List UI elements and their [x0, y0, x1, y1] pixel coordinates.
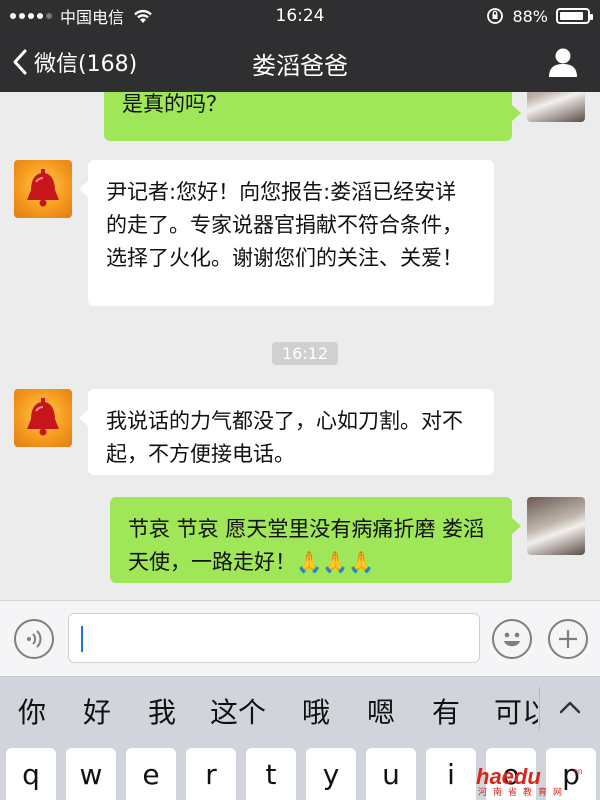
key[interactable]: u — [366, 748, 416, 800]
key[interactable]: w — [66, 748, 116, 800]
message-list[interactable]: 是真的吗？ 尹记者:您好！向您报告:娄滔已经安详的走了。专家说器官捐献不符合条件… — [0, 92, 600, 600]
chat-header: 微信(168) 娄滔爸爸 — [0, 32, 600, 92]
candidate-item[interactable]: 你 — [18, 691, 46, 731]
contact-avatar[interactable] — [14, 389, 72, 447]
status-bar: 中国电信 88% 16:24 — [0, 0, 600, 32]
key[interactable]: y — [306, 748, 356, 800]
candidate-bar: 你 好 我 这个 哦 嗯 有 可以 — [0, 676, 600, 740]
svg-text:haedu: haedu — [476, 764, 541, 789]
compose-bar — [0, 600, 600, 676]
message-bubble-sent[interactable]: 节哀 节哀 愿天堂里没有病痛折磨 娄滔天使，一路走好！🙏🙏🙏 — [110, 497, 521, 583]
chevron-up-icon[interactable] — [556, 693, 584, 721]
self-avatar[interactable] — [527, 92, 585, 122]
message-timestamp: 16:12 — [272, 342, 339, 365]
message-text: 我说话的力气都没了，心如刀割。对不起，不方便接电话。 — [106, 409, 463, 466]
plus-icon — [559, 630, 577, 648]
emoji-button[interactable] — [492, 619, 532, 659]
key[interactable]: t — [246, 748, 296, 800]
wechat-chat-screen: 中国电信 88% 16:24 微信(168) 娄滔爸爸 是真的吗？ 尹记者:您好… — [0, 0, 600, 800]
back-label: 微信(168) — [34, 52, 138, 77]
voice-icon — [27, 630, 42, 648]
key[interactable]: q — [6, 748, 56, 800]
bell-icon — [27, 169, 59, 207]
candidate-item[interactable]: 这个 — [210, 691, 266, 731]
bell-icon — [27, 398, 59, 436]
self-avatar[interactable] — [527, 497, 585, 555]
candidate-item[interactable]: 可以 — [494, 691, 538, 731]
voice-input-button[interactable] — [14, 619, 54, 659]
more-button[interactable] — [548, 619, 588, 659]
message-text: 是真的吗？ — [122, 92, 227, 116]
keyboard-row: q w e r t y u i o p haedu cn 河南省教育网 — [0, 740, 600, 800]
haedu-watermark-logo: haedu cn 河南省教育网 — [476, 764, 582, 798]
message-text: 尹记者:您好！向您报告:娄滔已经安详的走了。专家说器官捐献不符合条件，选择了火化… — [106, 180, 463, 270]
contact-avatar[interactable] — [14, 160, 72, 218]
emoji-icon — [504, 632, 520, 647]
key[interactable]: i — [426, 748, 476, 800]
key[interactable]: e — [126, 748, 176, 800]
svg-text:河南省教育网: 河南省教育网 — [478, 786, 568, 798]
candidate-divider — [539, 687, 540, 731]
back-button[interactable]: 微信(168) — [10, 46, 137, 78]
key[interactable]: r — [186, 748, 236, 800]
message-text: 节哀 节哀 愿天堂里没有病痛折磨 娄滔天使，一路走好！🙏🙏🙏 — [128, 517, 485, 574]
candidate-item[interactable]: 有 — [432, 691, 460, 731]
svg-text:cn: cn — [574, 767, 582, 776]
text-caret — [81, 626, 83, 652]
message-input[interactable] — [68, 613, 480, 663]
candidate-item[interactable]: 嗯 — [367, 691, 395, 731]
message-bubble-received[interactable]: 尹记者:您好！向您报告:娄滔已经安详的走了。专家说器官捐献不符合条件，选择了火化… — [79, 160, 494, 306]
candidate-item[interactable]: 我 — [148, 691, 176, 731]
chevron-left-icon — [13, 49, 27, 75]
message-bubble-sent[interactable]: 是真的吗？ — [104, 92, 521, 141]
profile-icon[interactable] — [546, 45, 580, 79]
candidate-item[interactable]: 哦 — [302, 691, 330, 731]
candidate-item[interactable]: 好 — [83, 691, 111, 731]
status-time: 16:24 — [275, 6, 325, 26]
message-bubble-received[interactable]: 我说话的力气都没了，心如刀割。对不起，不方便接电话。 — [79, 389, 494, 475]
